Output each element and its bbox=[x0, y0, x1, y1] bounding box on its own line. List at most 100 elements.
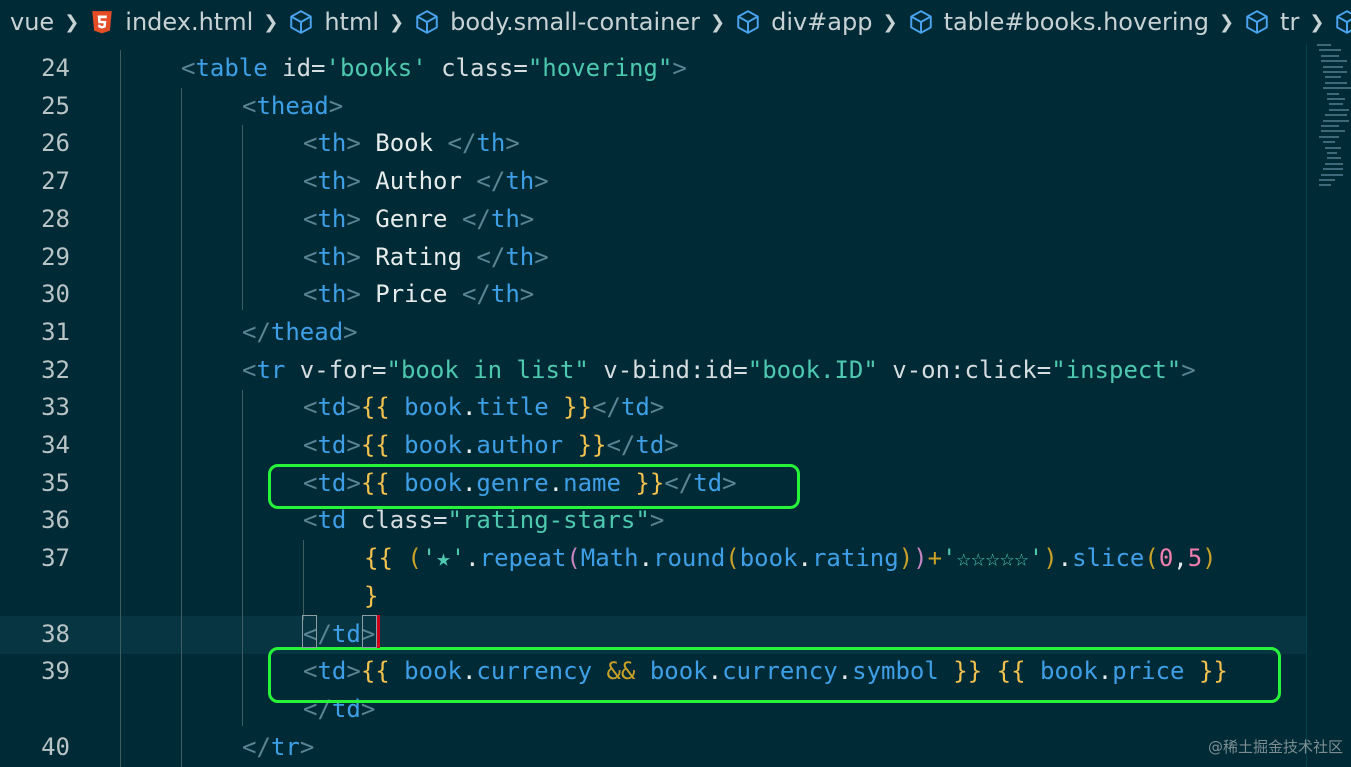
code-token: > bbox=[534, 167, 549, 196]
code-token: th bbox=[317, 167, 347, 196]
cube-icon bbox=[414, 9, 440, 35]
code-token: {{ bbox=[360, 431, 390, 459]
minimap-line bbox=[1323, 141, 1335, 144]
code-text: <th> Genre </th> bbox=[303, 205, 534, 233]
code-token: </ bbox=[461, 204, 491, 233]
code-token: < bbox=[303, 431, 318, 459]
breadcrumb-item[interactable]: html ❯ bbox=[278, 8, 404, 36]
text-cursor bbox=[377, 615, 380, 648]
code-token: } bbox=[364, 581, 379, 610]
code-token: author bbox=[476, 431, 564, 459]
code-token: rating bbox=[811, 544, 899, 573]
breadcrumb-label: index.html bbox=[125, 8, 254, 36]
code-token: "inspect" bbox=[1051, 355, 1182, 384]
code-line[interactable]: 29 <th> Rating </th> bbox=[0, 239, 1306, 277]
cube-icon bbox=[908, 9, 934, 35]
minimap[interactable] bbox=[1306, 40, 1351, 767]
code-text: <td>{{ book.author }}</td> bbox=[303, 431, 679, 459]
breadcrumb-label: table#books.hovering bbox=[943, 8, 1209, 36]
code-line[interactable]: 33 <td>{{ book.title }}</td> bbox=[0, 389, 1306, 427]
code-token: td bbox=[317, 431, 347, 459]
minimap-line bbox=[1321, 54, 1339, 57]
code-line[interactable]: } bbox=[0, 578, 1306, 616]
minimap-line bbox=[1325, 162, 1343, 165]
bracket-match-highlight bbox=[302, 615, 317, 648]
code-line[interactable]: 24 <table id='books' class="hovering"> bbox=[0, 50, 1306, 88]
line-number: 24 bbox=[41, 54, 70, 82]
code-token: > bbox=[534, 242, 549, 271]
code-token: title bbox=[476, 393, 549, 422]
code-line[interactable]: 28 <th> Genre </th> bbox=[0, 201, 1306, 239]
indent-guide bbox=[242, 390, 243, 726]
code-token: + bbox=[927, 544, 943, 573]
minimap-line bbox=[1329, 103, 1343, 106]
code-token: 5 bbox=[1187, 544, 1203, 573]
code-line[interactable]: 30 <th> Price </th> bbox=[0, 276, 1306, 314]
code-token: > bbox=[346, 431, 361, 459]
breadcrumb-label: vue bbox=[10, 8, 55, 36]
minimap-line bbox=[1319, 135, 1339, 138]
line-number: 34 bbox=[41, 431, 70, 459]
breadcrumb-item[interactable]: body.small-container ❯ bbox=[404, 8, 725, 36]
minimap-line bbox=[1321, 60, 1347, 63]
breadcrumb-item[interactable]: vue ❯ bbox=[0, 8, 79, 36]
code-line[interactable]: 31 </thead> bbox=[0, 314, 1306, 352]
code-token: < bbox=[303, 167, 318, 196]
code-token: . bbox=[638, 544, 654, 573]
watermark: @稀土掘金技术社区 bbox=[1207, 738, 1343, 756]
indent-guide bbox=[303, 540, 304, 620]
code-line[interactable]: 37{{ ('★'.repeat(Math.round(book.rating)… bbox=[0, 540, 1306, 578]
code-token: ( bbox=[1144, 544, 1159, 573]
code-text: <th> Price </th> bbox=[303, 280, 534, 308]
code-text: <td>{{ book.title }}</td> bbox=[303, 393, 664, 421]
minimap-line bbox=[1327, 152, 1337, 154]
code-token: < bbox=[242, 91, 257, 120]
code-token: "book.ID" bbox=[747, 355, 878, 384]
line-number: 39 bbox=[41, 657, 70, 686]
code-token: < bbox=[242, 355, 257, 384]
minimap-line bbox=[1325, 81, 1347, 84]
breadcrumb-label: div#app bbox=[771, 8, 873, 36]
breadcrumb-item[interactable]: t bbox=[1324, 8, 1351, 36]
breadcrumb-item[interactable]: table#books.hovering ❯ bbox=[898, 8, 1234, 36]
code-token: </ bbox=[447, 129, 477, 158]
minimap-line bbox=[1323, 119, 1349, 122]
code-token: th bbox=[317, 129, 347, 158]
code-token: > bbox=[346, 280, 361, 309]
code-token: > bbox=[346, 204, 361, 233]
line-number: 38 bbox=[41, 619, 70, 648]
code-token: </ bbox=[461, 280, 491, 309]
minimap-line bbox=[1321, 173, 1343, 176]
cube-icon bbox=[735, 9, 761, 35]
code-token: . bbox=[797, 544, 812, 573]
code-line[interactable]: 27 <th> Author </th> bbox=[0, 163, 1306, 201]
minimap-line bbox=[1319, 49, 1341, 52]
code-token: thead bbox=[270, 317, 344, 346]
code-line[interactable]: 40 </tr> bbox=[0, 729, 1306, 767]
code-line[interactable]: 32 <tr v-for="book in list" v-bind:id="bo… bbox=[0, 352, 1306, 390]
code-token: . bbox=[1057, 544, 1073, 573]
code-line[interactable]: 34 <td>{{ book.author }}</td> bbox=[0, 427, 1306, 465]
code-token: th bbox=[490, 204, 520, 233]
breadcrumb-item[interactable]: tr ❯ bbox=[1234, 8, 1324, 36]
code-token: table bbox=[195, 54, 268, 82]
breadcrumb-item[interactable]: div#app ❯ bbox=[725, 8, 898, 36]
minimap-line bbox=[1327, 98, 1345, 100]
code-line[interactable]: 25 <thead> bbox=[0, 88, 1306, 126]
code-token: Book bbox=[360, 129, 448, 158]
minimap-line bbox=[1321, 125, 1339, 127]
code-token: ) bbox=[1202, 544, 1217, 573]
code-text: </tr> bbox=[242, 733, 314, 761]
minimap-line bbox=[1319, 184, 1331, 187]
code-token: th bbox=[490, 280, 520, 309]
code-token: th bbox=[317, 242, 347, 271]
code-token: slice bbox=[1072, 544, 1145, 573]
code-token: . bbox=[465, 544, 480, 573]
breadcrumb-item[interactable]: index.html ❯ bbox=[79, 8, 278, 36]
code-token: tr bbox=[270, 732, 300, 761]
code-token: > bbox=[328, 91, 344, 120]
code-line[interactable]: 26 <th> Book </th> bbox=[0, 125, 1306, 163]
code-token: th bbox=[505, 167, 535, 196]
code-editor[interactable]: 24 <table id='books' class="hovering"> 25 <… bbox=[0, 50, 1306, 767]
code-token: {{ bbox=[364, 544, 393, 573]
